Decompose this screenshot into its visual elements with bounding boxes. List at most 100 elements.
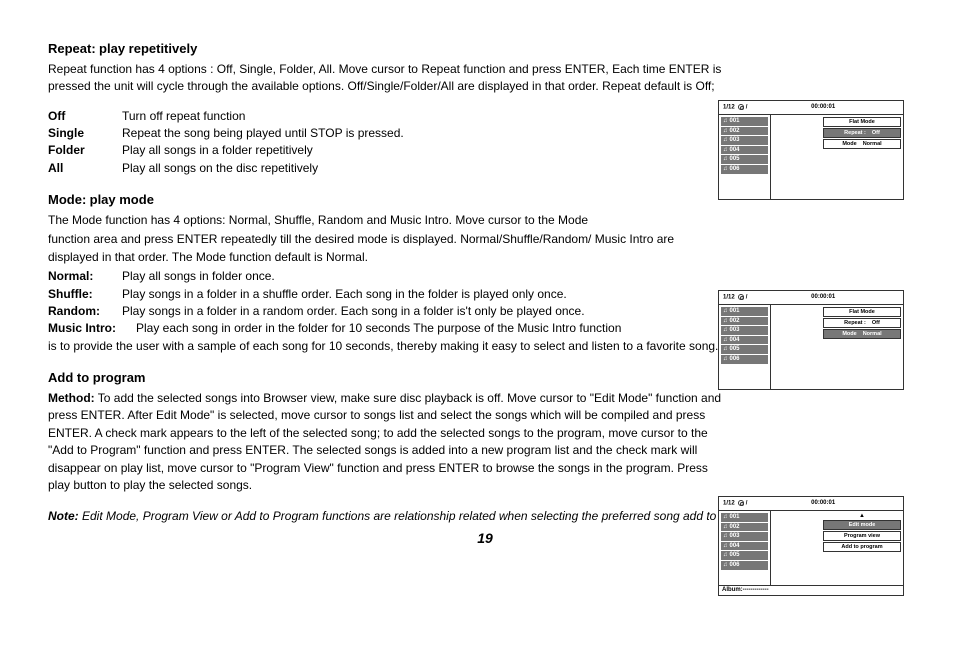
list-item: ♫006 bbox=[721, 355, 768, 364]
repeat-def-folder: Folder Play all songs in a folder repeti… bbox=[48, 142, 728, 159]
list-item: ♫004 bbox=[721, 336, 768, 345]
list-item: ♫005 bbox=[721, 155, 768, 164]
shot3-song-list: ♫001 ♫002 ♫003 ♫004 ♫005 ♫006 bbox=[719, 511, 771, 585]
mode-intro-desc: Play each song in order in the folder fo… bbox=[136, 320, 621, 337]
list-item: ♫005 bbox=[721, 551, 768, 560]
music-note-icon: ♫ bbox=[723, 308, 728, 315]
music-note-icon: ♫ bbox=[723, 137, 728, 144]
repeat-all-desc: Play all songs on the disc repetitively bbox=[122, 160, 318, 177]
mode-section: Mode: play mode The Mode function has 4 … bbox=[48, 191, 728, 355]
disc-icon bbox=[738, 294, 744, 300]
shot1-time: 00:00:01 bbox=[747, 104, 899, 111]
add-heading: Add to program bbox=[48, 370, 146, 385]
mode-def-random: Random: Play songs in a folder in a rand… bbox=[48, 303, 728, 320]
add-section: Add to program Method: To add the select… bbox=[48, 369, 728, 494]
triangle-up-icon: ▲ bbox=[823, 513, 901, 519]
repeat-off-term: Off bbox=[48, 108, 122, 125]
repeat-section: Repeat: play repetitively Repeat functio… bbox=[48, 40, 728, 177]
list-item: ♫003 bbox=[721, 532, 768, 541]
info-program-view: Program view bbox=[823, 531, 901, 541]
list-item: ♫003 bbox=[721, 326, 768, 335]
mode-normal-term: Normal: bbox=[48, 268, 122, 285]
mode-random-term: Random: bbox=[48, 303, 122, 320]
screenshot-repeat: 1/12 / 00:00:01 ♫001 ♫002 ♫003 ♫004 ♫005… bbox=[718, 100, 904, 200]
add-method-text: To add the selected songs into Browser v… bbox=[48, 391, 721, 492]
disc-icon bbox=[738, 104, 744, 110]
music-note-icon: ♫ bbox=[723, 543, 728, 550]
list-item: ♫003 bbox=[721, 136, 768, 145]
screenshot-mode: 1/12 / 00:00:01 ♫001 ♫002 ♫003 ♫004 ♫005… bbox=[718, 290, 904, 390]
music-note-icon: ♫ bbox=[723, 128, 728, 135]
music-note-icon: ♫ bbox=[723, 156, 728, 163]
info-edit-mode: Edit mode bbox=[823, 520, 901, 530]
repeat-def-single: Single Repeat the song being played unti… bbox=[48, 125, 728, 142]
screenshot-add-program: 1/12 / 00:00:01 ♫001 ♫002 ♫003 ♫004 ♫005… bbox=[718, 496, 904, 596]
list-item: ♫002 bbox=[721, 523, 768, 532]
info-repeat-row: Repeat :Off bbox=[823, 318, 901, 328]
shot1-info: Flat Mode Repeat :Off ModeNormal bbox=[823, 117, 901, 150]
repeat-def-all: All Play all songs on the disc repetitiv… bbox=[48, 160, 728, 177]
repeat-folder-term: Folder bbox=[48, 142, 122, 159]
list-item: ♫001 bbox=[721, 307, 768, 316]
mode-def-intro: Music Intro: Play each song in order in … bbox=[48, 320, 728, 337]
shot2-time: 00:00:01 bbox=[747, 294, 899, 301]
mode-shuffle-term: Shuffle: bbox=[48, 286, 122, 303]
list-item: ♫005 bbox=[721, 345, 768, 354]
music-note-icon: ♫ bbox=[723, 327, 728, 334]
mode-def-normal: Normal: Play all songs in folder once. bbox=[48, 268, 728, 285]
music-note-icon: ♫ bbox=[723, 147, 728, 154]
repeat-all-term: All bbox=[48, 160, 122, 177]
music-note-icon: ♫ bbox=[723, 118, 728, 125]
mode-description-1: The Mode function has 4 options: Normal,… bbox=[48, 212, 728, 229]
repeat-description: Repeat function has 4 options : Off, Sin… bbox=[48, 61, 728, 96]
mode-shuffle-desc: Play songs in a folder in a shuffle orde… bbox=[122, 286, 567, 303]
list-item: ♫002 bbox=[721, 127, 768, 136]
info-add-to-program: Add to program bbox=[823, 542, 901, 552]
shot3-info: ▲ Edit mode Program view Add to program bbox=[823, 513, 901, 553]
mode-description-2: function area and press ENTER repeatedly… bbox=[48, 231, 728, 266]
info-mode-row: ModeNormal bbox=[823, 139, 901, 149]
list-item: ♫001 bbox=[721, 513, 768, 522]
list-item: ♫002 bbox=[721, 317, 768, 326]
shot2-frac: 1/12 bbox=[723, 294, 735, 300]
info-flat-mode: Flat Mode bbox=[823, 307, 901, 317]
repeat-heading: Repeat: bbox=[48, 41, 96, 56]
mode-heading: Mode: bbox=[48, 192, 86, 207]
music-note-icon: ♫ bbox=[723, 514, 728, 521]
shot3-time: 00:00:01 bbox=[747, 500, 899, 507]
mode-normal-desc: Play all songs in folder once. bbox=[122, 268, 275, 285]
add-note-label: Note: bbox=[48, 509, 79, 523]
repeat-subheading: play repetitively bbox=[99, 41, 197, 56]
list-item: ♫006 bbox=[721, 561, 768, 570]
list-item: ♫001 bbox=[721, 117, 768, 126]
music-note-icon: ♫ bbox=[723, 524, 728, 531]
music-note-icon: ♫ bbox=[723, 337, 728, 344]
repeat-off-desc: Turn off repeat function bbox=[122, 108, 245, 125]
shot1-song-list: ♫001 ♫002 ♫003 ♫004 ♫005 ♫006 bbox=[719, 115, 771, 199]
disc-icon bbox=[738, 500, 744, 506]
list-item: ♫004 bbox=[721, 146, 768, 155]
info-repeat-row: Repeat :Off bbox=[823, 128, 901, 138]
music-note-icon: ♫ bbox=[723, 562, 728, 569]
list-item: ♫004 bbox=[721, 542, 768, 551]
mode-subheading: play mode bbox=[90, 192, 154, 207]
music-note-icon: ♫ bbox=[723, 166, 728, 173]
music-note-icon: ♫ bbox=[723, 552, 728, 559]
music-note-icon: ♫ bbox=[723, 356, 728, 363]
repeat-def-off: Off Turn off repeat function bbox=[48, 108, 728, 125]
mode-def-shuffle: Shuffle: Play songs in a folder in a shu… bbox=[48, 286, 728, 303]
mode-random-desc: Play songs in a folder in a random order… bbox=[122, 303, 585, 320]
info-mode-row: ModeNormal bbox=[823, 329, 901, 339]
repeat-folder-desc: Play all songs in a folder repetitively bbox=[122, 142, 313, 159]
shot2-song-list: ♫001 ♫002 ♫003 ♫004 ♫005 ♫006 bbox=[719, 305, 771, 389]
music-note-icon: ♫ bbox=[723, 346, 728, 353]
add-note-text: Edit Mode, Program View or Add to Progra… bbox=[79, 509, 793, 523]
list-item: ♫006 bbox=[721, 165, 768, 174]
mode-intro-tail: is to provide the user with a sample of … bbox=[48, 338, 728, 355]
music-note-icon: ♫ bbox=[723, 318, 728, 325]
repeat-single-desc: Repeat the song being played until STOP … bbox=[122, 125, 404, 142]
add-method: Method: To add the selected songs into B… bbox=[48, 390, 728, 494]
shot1-frac: 1/12 bbox=[723, 104, 735, 110]
mode-intro-term: Music Intro: bbox=[48, 320, 136, 337]
music-note-icon: ♫ bbox=[723, 533, 728, 540]
